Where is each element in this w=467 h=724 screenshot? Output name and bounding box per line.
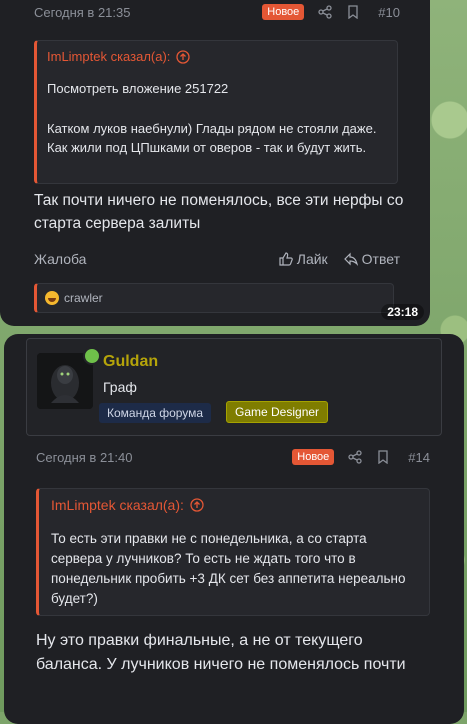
bookmark-icon[interactable] <box>346 5 360 19</box>
username[interactable]: Guldan <box>103 353 158 371</box>
laughing-emoji-icon <box>45 291 59 305</box>
message-timestamp: 23:18 <box>381 304 424 320</box>
quote-text: То есть эти правки не с понедельника, а … <box>51 531 406 606</box>
online-indicator-icon <box>83 347 101 365</box>
user-rank: Граф <box>103 379 137 395</box>
new-badge: Новое <box>262 4 305 20</box>
share-icon[interactable] <box>318 5 332 19</box>
quote-header[interactable]: ImLimptek сказал(а): <box>51 497 204 513</box>
message-text: Так почти ничего не поменялось, все эти … <box>34 192 404 232</box>
quote-attachment[interactable]: Посмотреть вложение 251722 <box>47 79 377 98</box>
reactions-bar[interactable]: crawler <box>34 283 394 313</box>
report-link[interactable]: Жалоба <box>34 251 86 267</box>
post-number[interactable]: #14 <box>408 450 430 465</box>
arrow-up-circle-icon[interactable] <box>176 49 191 64</box>
message-card-1: Сегодня в 21:35 Новое #10 ImLimptek сказ… <box>0 0 430 326</box>
user-info-block: Guldan Граф Команда форума Game Designer <box>26 338 442 436</box>
team-tag: Команда форума <box>99 403 212 423</box>
reaction-user[interactable]: crawler <box>64 291 103 305</box>
thumbs-up-icon[interactable] <box>279 252 293 266</box>
quote-block: ImLimptek сказал(а): Посмотреть вложение… <box>34 40 398 184</box>
quote-author: ImLimptek сказал(а): <box>51 497 184 513</box>
arrow-up-circle-icon[interactable] <box>190 498 204 512</box>
share-icon[interactable] <box>348 450 362 464</box>
quote-author: ImLimptek сказал(а): <box>47 49 171 64</box>
post-header: Сегодня в 21:40 Новое #14 <box>36 449 430 465</box>
role-tag: Game Designer <box>226 401 329 423</box>
quote-header[interactable]: ImLimptek сказал(а): <box>47 49 191 64</box>
like-button[interactable]: Лайк <box>297 251 328 267</box>
post-actions: Жалоба Лайк Ответ <box>34 251 400 267</box>
quote-block: ImLimptek сказал(а): То есть эти правки … <box>36 488 430 616</box>
bookmark-icon[interactable] <box>376 450 390 464</box>
message-text: Ну это правки финальные, а не от текущег… <box>36 632 406 673</box>
post-header: Сегодня в 21:35 Новое #10 <box>34 4 400 20</box>
quote-text: Катком луков наебнули) Глады рядом не ст… <box>47 121 377 155</box>
reply-button[interactable]: Ответ <box>362 251 400 267</box>
message-card-2: Guldan Граф Команда форума Game Designer… <box>4 334 464 724</box>
post-time[interactable]: Сегодня в 21:40 <box>36 450 132 465</box>
post-number[interactable]: #10 <box>378 5 400 20</box>
post-time[interactable]: Сегодня в 21:35 <box>34 5 130 20</box>
reply-icon[interactable] <box>343 252 358 266</box>
new-badge: Новое <box>292 449 335 465</box>
